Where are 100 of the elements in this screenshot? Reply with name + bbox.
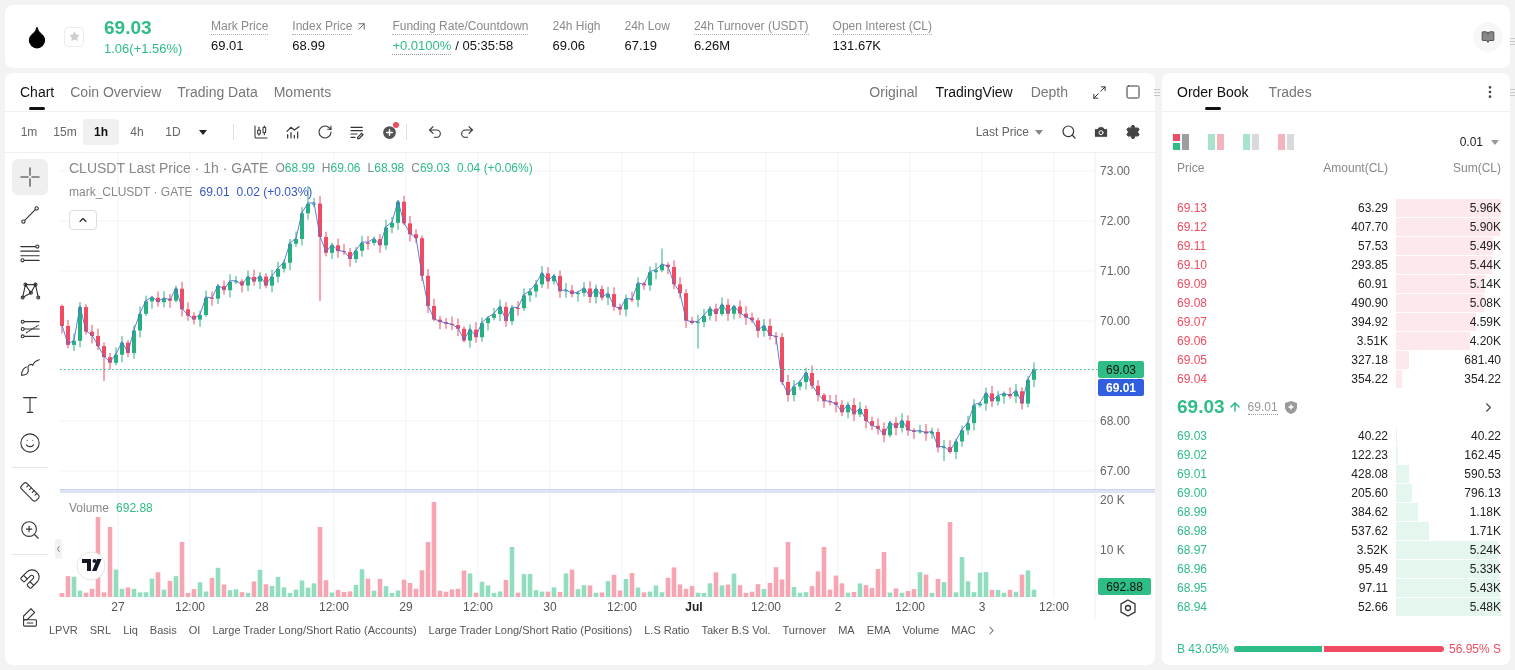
drag-handle-icon[interactable]	[1510, 89, 1515, 96]
indicator-button[interactable]: Volume	[898, 621, 944, 639]
order-amount: 327.18	[1350, 351, 1389, 369]
indicator-button[interactable]: Large Trader Long/Short Ratio (Positions)	[424, 621, 637, 639]
indicator-button[interactable]: Large Trader Long/Short Ratio (Accounts)	[208, 621, 421, 639]
chart-view-tab[interactable]: Original	[869, 81, 918, 103]
shield-plus-icon	[1284, 400, 1297, 414]
price-axis-label: 73.00	[1100, 164, 1131, 178]
order-price: 69.01	[1177, 465, 1209, 483]
indicator-button[interactable]: OI	[184, 621, 205, 639]
sell-ratio-label: 56.95% S	[1448, 641, 1501, 658]
chart-tab[interactable]: Trading Data	[177, 73, 258, 111]
indicator-button[interactable]: LPVR	[45, 621, 82, 639]
volume-axis-label: 10 K	[1100, 543, 1125, 557]
indicator-button[interactable]: MAC	[947, 621, 980, 639]
order-sum: 1.18K	[1469, 503, 1501, 521]
time-axis-label: 27	[111, 600, 125, 614]
order-price: 69.10	[1177, 256, 1209, 274]
chart-view-tab[interactable]: Depth	[1030, 81, 1068, 103]
chart-tab[interactable]: Coin Overview	[70, 73, 162, 111]
order-amount: 63.29	[1356, 199, 1389, 217]
stat-label[interactable]: 24h Turnover (USDT)	[693, 18, 809, 35]
drag-handle-icon[interactable]	[1154, 89, 1160, 96]
brush-icon	[19, 356, 41, 378]
interval-button[interactable]: 15m	[47, 119, 83, 145]
stat-value: 69.06	[552, 37, 585, 54]
interval-button[interactable]: 4h	[119, 119, 155, 145]
chart-tab[interactable]: Chart	[20, 73, 55, 111]
chart-view-tab[interactable]: TradingView	[935, 81, 1013, 103]
hexagon-icon[interactable]	[1120, 599, 1136, 617]
stat-label[interactable]: Open Interest (CL)	[832, 18, 932, 35]
indicator-button[interactable]: SRL	[85, 621, 116, 639]
ohlc-value: O68.99	[275, 160, 315, 177]
stat-label[interactable]: Index Price	[292, 18, 353, 35]
caret-icon	[1035, 129, 1043, 135]
order-amount: 384.62	[1350, 503, 1389, 521]
stat-value: 67.19	[624, 37, 658, 54]
price-source-dropdown[interactable]: Last Price	[975, 123, 1043, 141]
stat-label[interactable]: Funding Rate/Countdown	[392, 18, 529, 35]
chart-tab[interactable]: Moments	[273, 73, 332, 111]
interval-button[interactable]: 1D	[155, 119, 191, 145]
order-amount: 205.60	[1350, 484, 1389, 502]
indicator-button[interactable]: EMA	[862, 621, 895, 639]
mid-price: 69.03	[1177, 394, 1225, 419]
plus-circle-icon	[380, 123, 398, 141]
countdown-value: / 05:35:58	[455, 38, 514, 54]
price-axis-label: 68.00	[1100, 414, 1131, 428]
ohlc-value: H69.06	[321, 160, 361, 177]
order-amount: 293.85	[1350, 256, 1389, 274]
zoom-in-icon	[19, 519, 41, 541]
stat-label[interactable]: Mark Price	[211, 18, 269, 35]
order-price: 69.00	[1177, 484, 1209, 502]
order-price: 68.99	[1177, 503, 1209, 521]
search-icon	[1061, 124, 1077, 140]
time-axis-label: 29	[399, 600, 413, 614]
precision-dropdown[interactable]: 0.01	[1459, 133, 1499, 151]
order-price: 69.11	[1177, 237, 1208, 255]
order-price: 69.06	[1177, 332, 1209, 350]
indicator-button[interactable]: Taker B.S Vol.	[697, 621, 775, 639]
buy-ratio-label: B 43.05%	[1177, 641, 1230, 658]
caret-icon	[199, 129, 207, 135]
order-book-tab[interactable]: Order Book	[1177, 73, 1249, 111]
order-amount: 490.90	[1350, 294, 1389, 312]
indicator-button[interactable]: Turnover	[778, 621, 831, 639]
order-price: 68.96	[1177, 560, 1209, 578]
order-sum: 5.08K	[1469, 294, 1501, 312]
order-sum: 5.43K	[1469, 579, 1501, 597]
indicator-button[interactable]: Liq	[119, 621, 142, 639]
order-sum: 4.20K	[1469, 332, 1501, 350]
price-change: 1.06(+1.56%)	[104, 39, 184, 57]
order-amount: 97.11	[1357, 579, 1389, 597]
order-sum: 4.59K	[1469, 313, 1501, 331]
order-price: 69.09	[1177, 275, 1209, 293]
stat-value: 131.67K	[832, 37, 882, 54]
time-axis-label: 12:00	[175, 600, 205, 614]
price-axis-label: 70.00	[1100, 314, 1131, 328]
order-sum: 5.90K	[1469, 218, 1501, 236]
interval-button[interactable]: 1h	[83, 119, 119, 145]
order-price: 69.05	[1177, 351, 1209, 369]
indicator-button[interactable]: MA	[834, 621, 859, 639]
order-price: 68.98	[1177, 522, 1209, 540]
mark-price-tag: 69.01	[1098, 379, 1144, 396]
book-button[interactable]	[1473, 21, 1503, 52]
legend-change: 0.04 (+0.06%)	[456, 160, 533, 177]
interval-button[interactable]: 1m	[11, 119, 47, 145]
collapse-legend-button[interactable]	[69, 210, 97, 230]
mark-legend-change: 0.02 (+0.03%)	[236, 184, 313, 201]
order-book-tab[interactable]: Trades	[1268, 73, 1312, 111]
order-amount: 122.23	[1350, 446, 1389, 464]
order-amount: 40.22	[1356, 427, 1389, 445]
volume-tag: 692.88	[1098, 578, 1151, 595]
logo-icon	[76, 551, 106, 581]
indicator-button[interactable]: L.S Ratio	[640, 621, 694, 639]
order-sum: 5.48K	[1469, 598, 1501, 616]
indicator-button[interactable]: Basis	[145, 621, 181, 639]
drag-handle-icon[interactable]	[1510, 38, 1515, 45]
order-sum: 5.33K	[1469, 560, 1501, 578]
crosshair-icon	[19, 166, 41, 188]
book-layout-icon[interactable]	[1173, 134, 1189, 150]
order-price: 68.95	[1177, 579, 1209, 597]
